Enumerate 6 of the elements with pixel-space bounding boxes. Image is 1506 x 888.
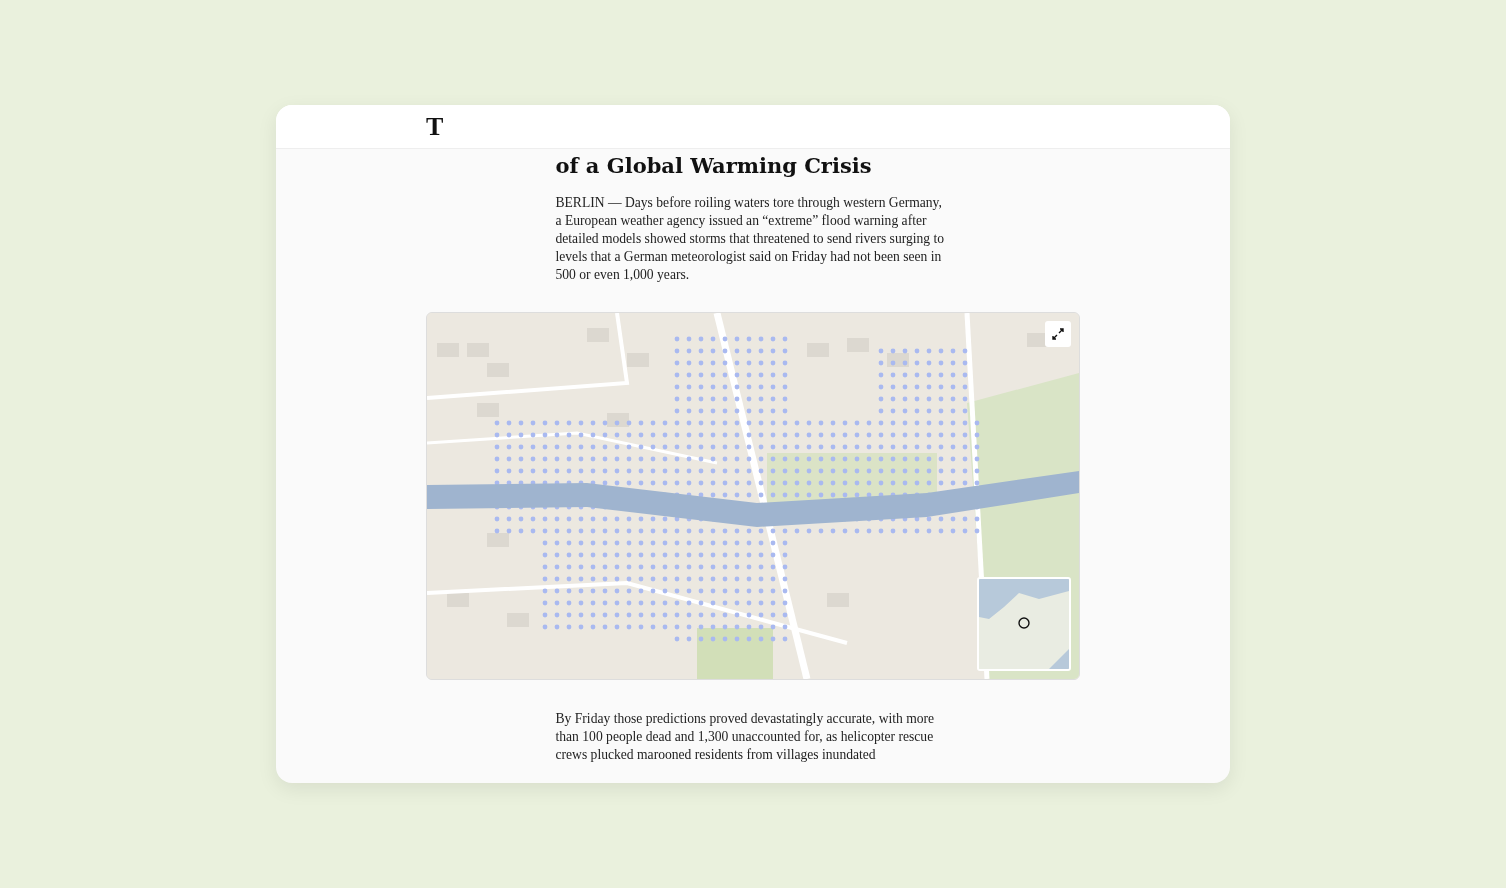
article-paragraph: By Friday those predictions proved devastatingly accurate, with more than 100 people dead and 1,300 unaccounted for, as helicopter rescue crews plucked marooned residents from villages inundated — [555, 710, 936, 764]
site-logo[interactable]: T — [426, 113, 444, 140]
article-paragraph: BERLIN — Days before roiling waters tore through western Germany, a European weather agency issued an “extreme” flood warning after detailed models showed storms that threatened to send rivers surging to levels that a German meteorologist said on Friday had not been seen in 500 or even 1,000 years. — [555, 194, 946, 284]
diagonal-arrows-icon — [1051, 327, 1065, 341]
expand-button[interactable] — [1045, 321, 1071, 347]
article-headline: of a Global Warming Crisis — [555, 153, 873, 178]
